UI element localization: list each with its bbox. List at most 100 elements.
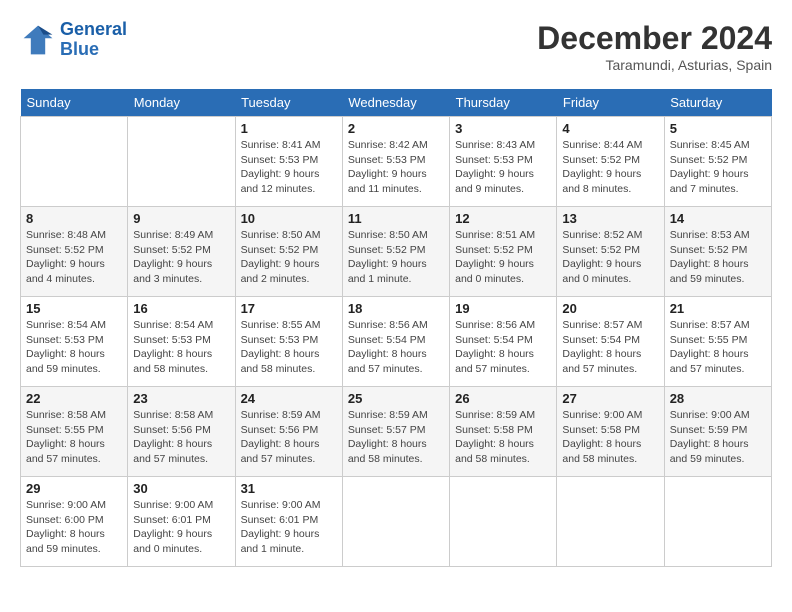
day-number: 4 <box>562 121 658 136</box>
calendar-cell: 29 Sunrise: 9:00 AM Sunset: 6:00 PM Dayl… <box>21 477 128 567</box>
day-info: Sunrise: 8:59 AM Sunset: 5:57 PM Dayligh… <box>348 408 444 467</box>
weekday-header-monday: Monday <box>128 89 235 117</box>
weekday-header-tuesday: Tuesday <box>235 89 342 117</box>
day-number: 14 <box>670 211 766 226</box>
calendar-cell: 25 Sunrise: 8:59 AM Sunset: 5:57 PM Dayl… <box>342 387 449 477</box>
calendar-cell: 24 Sunrise: 8:59 AM Sunset: 5:56 PM Dayl… <box>235 387 342 477</box>
calendar-cell: 5 Sunrise: 8:45 AM Sunset: 5:52 PM Dayli… <box>664 117 771 207</box>
calendar-cell: 1 Sunrise: 8:41 AM Sunset: 5:53 PM Dayli… <box>235 117 342 207</box>
day-number: 27 <box>562 391 658 406</box>
day-info: Sunrise: 8:41 AM Sunset: 5:53 PM Dayligh… <box>241 138 337 197</box>
day-info: Sunrise: 8:52 AM Sunset: 5:52 PM Dayligh… <box>562 228 658 287</box>
calendar-cell: 21 Sunrise: 8:57 AM Sunset: 5:55 PM Dayl… <box>664 297 771 387</box>
day-info: Sunrise: 8:56 AM Sunset: 5:54 PM Dayligh… <box>455 318 551 377</box>
calendar-cell: 16 Sunrise: 8:54 AM Sunset: 5:53 PM Dayl… <box>128 297 235 387</box>
day-number: 20 <box>562 301 658 316</box>
calendar-cell <box>21 117 128 207</box>
day-number: 31 <box>241 481 337 496</box>
calendar-cell: 22 Sunrise: 8:58 AM Sunset: 5:55 PM Dayl… <box>21 387 128 477</box>
day-info: Sunrise: 8:54 AM Sunset: 5:53 PM Dayligh… <box>26 318 122 377</box>
day-info: Sunrise: 9:00 AM Sunset: 6:01 PM Dayligh… <box>133 498 229 557</box>
month-title: December 2024 <box>537 20 772 57</box>
calendar-cell: 27 Sunrise: 9:00 AM Sunset: 5:58 PM Dayl… <box>557 387 664 477</box>
calendar-cell: 11 Sunrise: 8:50 AM Sunset: 5:52 PM Dayl… <box>342 207 449 297</box>
day-number: 28 <box>670 391 766 406</box>
logo-icon <box>20 22 56 58</box>
day-number: 19 <box>455 301 551 316</box>
day-number: 5 <box>670 121 766 136</box>
day-info: Sunrise: 9:00 AM Sunset: 6:01 PM Dayligh… <box>241 498 337 557</box>
day-number: 8 <box>26 211 122 226</box>
day-number: 13 <box>562 211 658 226</box>
day-info: Sunrise: 8:57 AM Sunset: 5:54 PM Dayligh… <box>562 318 658 377</box>
weekday-header-friday: Friday <box>557 89 664 117</box>
day-info: Sunrise: 9:00 AM Sunset: 5:59 PM Dayligh… <box>670 408 766 467</box>
calendar-cell <box>128 117 235 207</box>
day-number: 12 <box>455 211 551 226</box>
calendar-table: SundayMondayTuesdayWednesdayThursdayFrid… <box>20 89 772 567</box>
day-info: Sunrise: 8:58 AM Sunset: 5:56 PM Dayligh… <box>133 408 229 467</box>
day-number: 23 <box>133 391 229 406</box>
title-block: December 2024 Taramundi, Asturias, Spain <box>537 20 772 73</box>
day-info: Sunrise: 8:59 AM Sunset: 5:56 PM Dayligh… <box>241 408 337 467</box>
weekday-header-row: SundayMondayTuesdayWednesdayThursdayFrid… <box>21 89 772 117</box>
calendar-cell: 17 Sunrise: 8:55 AM Sunset: 5:53 PM Dayl… <box>235 297 342 387</box>
calendar-cell <box>664 477 771 567</box>
day-info: Sunrise: 9:00 AM Sunset: 5:58 PM Dayligh… <box>562 408 658 467</box>
day-info: Sunrise: 8:44 AM Sunset: 5:52 PM Dayligh… <box>562 138 658 197</box>
calendar-cell: 20 Sunrise: 8:57 AM Sunset: 5:54 PM Dayl… <box>557 297 664 387</box>
calendar-cell: 8 Sunrise: 8:48 AM Sunset: 5:52 PM Dayli… <box>21 207 128 297</box>
day-number: 25 <box>348 391 444 406</box>
day-number: 18 <box>348 301 444 316</box>
day-number: 15 <box>26 301 122 316</box>
day-info: Sunrise: 8:48 AM Sunset: 5:52 PM Dayligh… <box>26 228 122 287</box>
day-info: Sunrise: 8:55 AM Sunset: 5:53 PM Dayligh… <box>241 318 337 377</box>
calendar-cell <box>450 477 557 567</box>
calendar-cell: 15 Sunrise: 8:54 AM Sunset: 5:53 PM Dayl… <box>21 297 128 387</box>
calendar-cell <box>342 477 449 567</box>
day-number: 16 <box>133 301 229 316</box>
calendar-cell: 4 Sunrise: 8:44 AM Sunset: 5:52 PM Dayli… <box>557 117 664 207</box>
day-number: 2 <box>348 121 444 136</box>
calendar-cell: 18 Sunrise: 8:56 AM Sunset: 5:54 PM Dayl… <box>342 297 449 387</box>
day-number: 22 <box>26 391 122 406</box>
calendar-cell: 10 Sunrise: 8:50 AM Sunset: 5:52 PM Dayl… <box>235 207 342 297</box>
day-number: 3 <box>455 121 551 136</box>
calendar-cell: 3 Sunrise: 8:43 AM Sunset: 5:53 PM Dayli… <box>450 117 557 207</box>
day-number: 11 <box>348 211 444 226</box>
day-info: Sunrise: 8:53 AM Sunset: 5:52 PM Dayligh… <box>670 228 766 287</box>
day-info: Sunrise: 8:43 AM Sunset: 5:53 PM Dayligh… <box>455 138 551 197</box>
location-subtitle: Taramundi, Asturias, Spain <box>537 57 772 73</box>
day-info: Sunrise: 8:59 AM Sunset: 5:58 PM Dayligh… <box>455 408 551 467</box>
day-info: Sunrise: 8:51 AM Sunset: 5:52 PM Dayligh… <box>455 228 551 287</box>
day-info: Sunrise: 9:00 AM Sunset: 6:00 PM Dayligh… <box>26 498 122 557</box>
calendar-cell <box>557 477 664 567</box>
day-number: 9 <box>133 211 229 226</box>
day-number: 1 <box>241 121 337 136</box>
day-info: Sunrise: 8:42 AM Sunset: 5:53 PM Dayligh… <box>348 138 444 197</box>
calendar-cell: 9 Sunrise: 8:49 AM Sunset: 5:52 PM Dayli… <box>128 207 235 297</box>
day-number: 21 <box>670 301 766 316</box>
calendar-cell: 30 Sunrise: 9:00 AM Sunset: 6:01 PM Dayl… <box>128 477 235 567</box>
day-number: 26 <box>455 391 551 406</box>
day-info: Sunrise: 8:49 AM Sunset: 5:52 PM Dayligh… <box>133 228 229 287</box>
day-number: 10 <box>241 211 337 226</box>
day-number: 29 <box>26 481 122 496</box>
calendar-cell: 28 Sunrise: 9:00 AM Sunset: 5:59 PM Dayl… <box>664 387 771 477</box>
calendar-cell: 2 Sunrise: 8:42 AM Sunset: 5:53 PM Dayli… <box>342 117 449 207</box>
calendar-cell: 23 Sunrise: 8:58 AM Sunset: 5:56 PM Dayl… <box>128 387 235 477</box>
day-info: Sunrise: 8:58 AM Sunset: 5:55 PM Dayligh… <box>26 408 122 467</box>
day-info: Sunrise: 8:50 AM Sunset: 5:52 PM Dayligh… <box>348 228 444 287</box>
day-info: Sunrise: 8:45 AM Sunset: 5:52 PM Dayligh… <box>670 138 766 197</box>
calendar-cell: 12 Sunrise: 8:51 AM Sunset: 5:52 PM Dayl… <box>450 207 557 297</box>
page-header: General Blue December 2024 Taramundi, As… <box>20 20 772 73</box>
calendar-cell: 31 Sunrise: 9:00 AM Sunset: 6:01 PM Dayl… <box>235 477 342 567</box>
day-info: Sunrise: 8:56 AM Sunset: 5:54 PM Dayligh… <box>348 318 444 377</box>
day-info: Sunrise: 8:50 AM Sunset: 5:52 PM Dayligh… <box>241 228 337 287</box>
calendar-cell: 19 Sunrise: 8:56 AM Sunset: 5:54 PM Dayl… <box>450 297 557 387</box>
day-number: 30 <box>133 481 229 496</box>
weekday-header-sunday: Sunday <box>21 89 128 117</box>
calendar-cell: 13 Sunrise: 8:52 AM Sunset: 5:52 PM Dayl… <box>557 207 664 297</box>
weekday-header-wednesday: Wednesday <box>342 89 449 117</box>
day-info: Sunrise: 8:54 AM Sunset: 5:53 PM Dayligh… <box>133 318 229 377</box>
